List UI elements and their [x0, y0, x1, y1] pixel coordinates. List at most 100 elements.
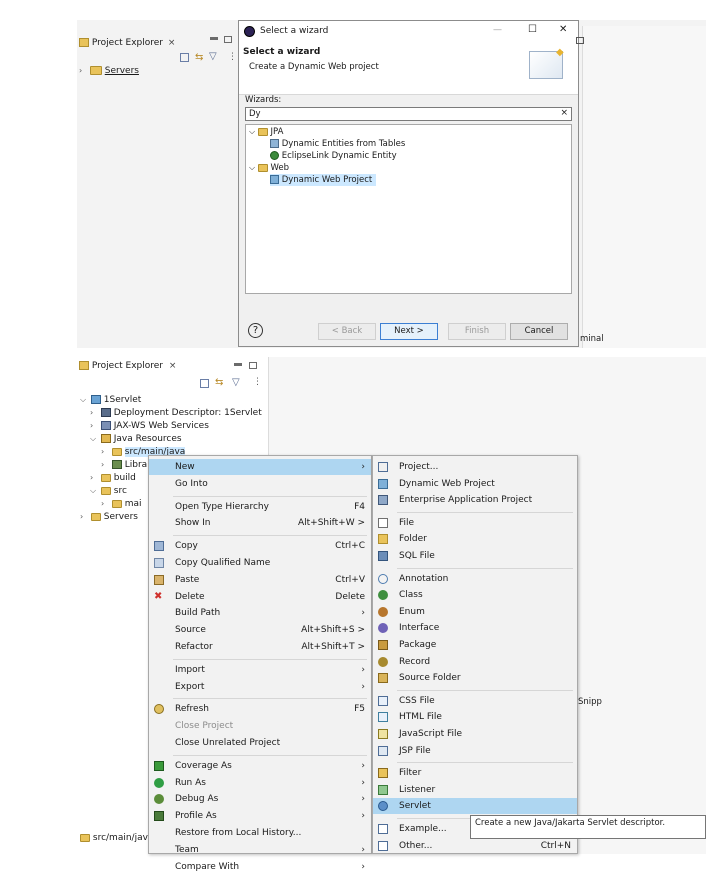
chevron-right-icon[interactable]: › — [90, 419, 98, 433]
menu-item-run-as[interactable]: Run As › — [149, 775, 371, 791]
menu-item-go-into[interactable]: Go Into — [149, 476, 371, 492]
menu-item-refresh[interactable]: Refresh F5 — [149, 701, 371, 717]
right-strip-button[interactable] — [576, 37, 584, 44]
close-window-icon[interactable]: ✕ — [559, 24, 567, 35]
menu-item-file[interactable]: File — [373, 515, 577, 531]
menu-item-class[interactable]: Class — [373, 587, 577, 603]
tree-item-web[interactable]: ⌵ Web — [249, 162, 289, 174]
menu-item-html-file[interactable]: HTML File — [373, 709, 577, 725]
menu-item-delete[interactable]: ✖ Delete Delete — [149, 589, 371, 605]
filter-icon[interactable]: ▽ — [209, 51, 217, 62]
menu-item-copy[interactable]: Copy Ctrl+C — [149, 538, 371, 554]
chevron-right-icon[interactable]: › — [90, 406, 98, 420]
minimize-icon[interactable]: — — [493, 25, 502, 35]
menu-item-listener[interactable]: Listener — [373, 782, 577, 798]
link-with-editor-icon[interactable]: ⇆ — [195, 52, 203, 63]
menu-item-css-file[interactable]: CSS File — [373, 693, 577, 709]
menu-item-enum[interactable]: Enum — [373, 604, 577, 620]
menu-item-export[interactable]: Export › — [149, 679, 371, 695]
menu-item-folder[interactable]: Folder — [373, 531, 577, 547]
menu-item-build-path[interactable]: Build Path › — [149, 605, 371, 621]
tree-item-build[interactable]: › build — [90, 471, 136, 485]
next-button[interactable]: Next > — [380, 323, 438, 340]
tree-item-dynamic-web-project[interactable]: Dynamic Web Project — [270, 174, 377, 186]
menu-item-debug-as[interactable]: Debug As › — [149, 791, 371, 807]
collapse-all-icon[interactable] — [200, 379, 209, 388]
maximize-icon[interactable]: ☐ — [528, 24, 537, 35]
menu-item-coverage-as[interactable]: Coverage As › — [149, 758, 371, 774]
tree-item-src[interactable]: ⌵ src — [90, 484, 127, 498]
chevron-right-icon[interactable]: › — [101, 458, 109, 472]
cancel-button[interactable]: Cancel — [510, 323, 568, 340]
tree-item-dynamic-entities[interactable]: Dynamic Entities from Tables — [270, 138, 405, 150]
menu-item-open-type-hierarchy[interactable]: Open Type Hierarchy F4 — [149, 499, 371, 515]
tree-item-jpa[interactable]: ⌵ JPA — [249, 126, 283, 138]
minimize-view-icon[interactable] — [234, 363, 242, 366]
menu-item-package[interactable]: Package — [373, 637, 577, 653]
tree-item-1servlet[interactable]: ⌵ 1Servlet — [80, 393, 141, 407]
menu-item-project[interactable]: Project... — [373, 459, 577, 475]
tree-item-servers[interactable]: › Servers — [80, 510, 138, 524]
tree-item-deployment-descriptor[interactable]: › Deployment Descriptor: 1Servlet — [90, 406, 262, 420]
help-button[interactable]: ? — [248, 323, 263, 338]
wizard-filter-input[interactable]: Dy × — [245, 107, 572, 121]
menu-item-refactor[interactable]: Refactor Alt+Shift+T > — [149, 639, 371, 655]
collapse-all-icon[interactable] — [180, 53, 189, 62]
menu-item-profile-as[interactable]: Profile As › — [149, 808, 371, 824]
project-explorer-tab[interactable]: Project Explorer × — [79, 361, 176, 375]
maximize-view-icon[interactable] — [224, 36, 232, 43]
menu-item-enterprise-application-project[interactable]: Enterprise Application Project — [373, 492, 577, 508]
menu-item-other[interactable]: Other... Ctrl+N — [373, 838, 577, 854]
menu-item-show-in[interactable]: Show In Alt+Shift+W > — [149, 515, 371, 531]
back-button[interactable]: < Back — [318, 323, 376, 340]
menu-item-annotation[interactable]: Annotation — [373, 571, 577, 587]
chevron-right-icon[interactable]: › — [101, 445, 109, 459]
menu-item-paste[interactable]: Paste Ctrl+V — [149, 572, 371, 588]
view-menu-icon[interactable]: ⋮ — [253, 377, 262, 387]
menu-item-filter[interactable]: Filter — [373, 765, 577, 781]
tree-item-java-resources[interactable]: ⌵ Java Resources — [90, 432, 182, 446]
menu-item-source-folder[interactable]: Source Folder — [373, 670, 577, 686]
maximize-view-icon[interactable] — [249, 362, 257, 369]
view-menu-icon[interactable]: ⋮ — [228, 52, 237, 62]
chevron-right-icon[interactable]: › — [90, 471, 98, 485]
menu-item-label: Servlet — [399, 801, 431, 812]
tree-item-eclipselink[interactable]: EclipseLink Dynamic Entity — [270, 150, 397, 162]
menu-item-source[interactable]: Source Alt+Shift+S > — [149, 622, 371, 638]
chevron-down-icon[interactable]: ⌵ — [80, 393, 88, 407]
menu-item-interface[interactable]: Interface — [373, 620, 577, 636]
menu-item-servlet[interactable]: Servlet — [373, 798, 577, 815]
minimize-view-icon[interactable] — [210, 37, 218, 40]
menu-item-restore-from-local-history[interactable]: Restore from Local History... — [149, 825, 371, 841]
menu-item-close-unrelated-project[interactable]: Close Unrelated Project — [149, 735, 371, 751]
menu-item-team[interactable]: Team › — [149, 842, 371, 858]
chevron-down-icon[interactable]: ⌵ — [249, 163, 255, 172]
chevron-right-icon[interactable]: › — [80, 510, 88, 524]
tree-item-servers[interactable]: › Servers — [79, 66, 139, 78]
menu-item-new[interactable]: New › — [149, 459, 371, 475]
clear-filter-icon[interactable]: × — [560, 108, 568, 118]
top-project-explorer-tab[interactable]: Project Explorer × — [79, 38, 239, 52]
menu-item-import[interactable]: Import › — [149, 662, 371, 678]
menu-item-javascript-file[interactable]: JavaScript File — [373, 726, 577, 742]
menu-item-jsp-file[interactable]: JSP File — [373, 743, 577, 759]
tree-item-libraries[interactable]: › Libra — [101, 458, 147, 472]
menu-item-close-project[interactable]: Close Project — [149, 718, 371, 734]
filter-icon[interactable]: ▽ — [232, 377, 240, 388]
menu-item-record[interactable]: Record — [373, 654, 577, 670]
close-icon[interactable]: × — [169, 361, 177, 371]
chevron-right-icon[interactable]: › — [79, 66, 87, 75]
chevron-right-icon[interactable]: › — [101, 497, 109, 511]
close-icon[interactable]: × — [168, 38, 176, 48]
chevron-down-icon[interactable]: ⌵ — [249, 127, 255, 136]
menu-item-dynamic-web-project[interactable]: Dynamic Web Project — [373, 476, 577, 492]
menu-item-sql-file[interactable]: SQL File — [373, 548, 577, 564]
tree-item-jax-ws[interactable]: › JAX-WS Web Services — [90, 419, 209, 433]
chevron-down-icon[interactable]: ⌵ — [90, 432, 98, 446]
chevron-down-icon[interactable]: ⌵ — [90, 484, 98, 498]
finish-button[interactable]: Finish — [448, 323, 506, 340]
menu-item-copy-qualified-name[interactable]: Copy Qualified Name — [149, 555, 371, 571]
link-with-editor-icon[interactable]: ⇆ — [215, 377, 223, 388]
menu-item-compare-with[interactable]: Compare With › — [149, 859, 371, 875]
tree-item-main[interactable]: › mai — [101, 497, 142, 511]
